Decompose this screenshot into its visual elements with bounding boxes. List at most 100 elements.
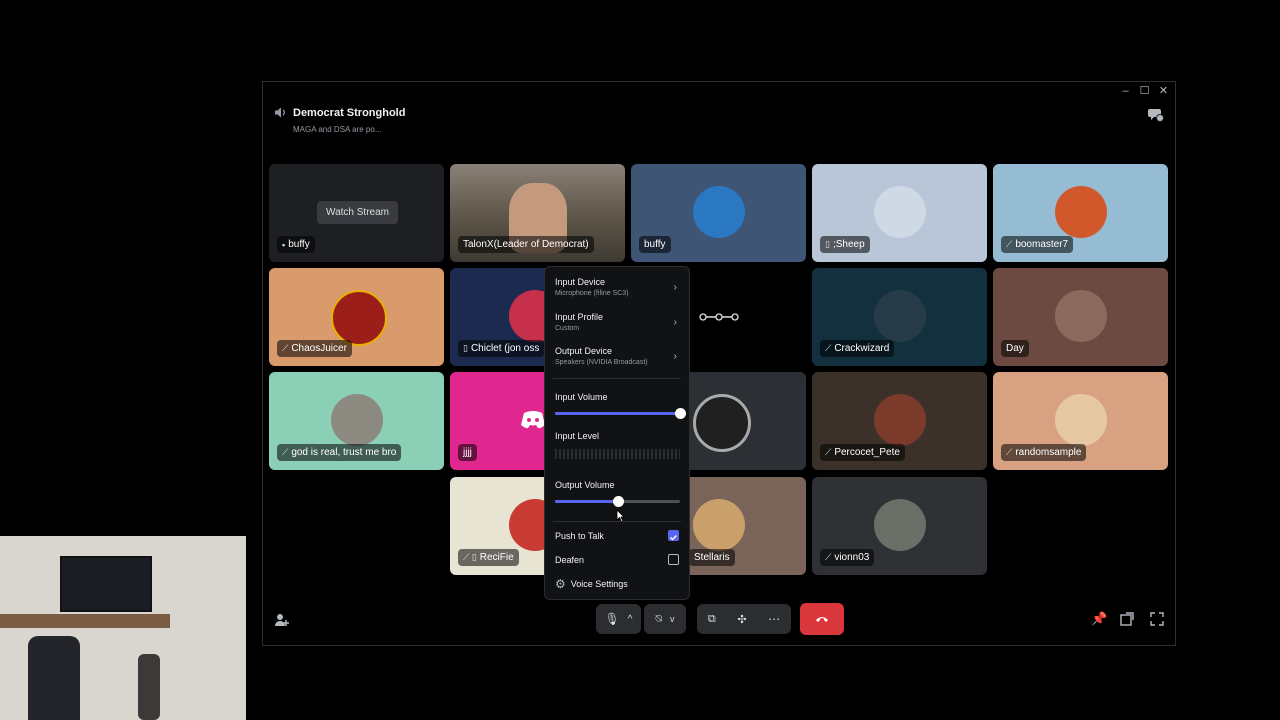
participant-name: TalonX(Leader of Democrat): [458, 236, 594, 253]
output-volume-label: Output Volume: [555, 480, 615, 490]
chevron-down-icon[interactable]: v: [670, 614, 675, 624]
output-device-value: Speakers (NVIDIA Broadcast): [555, 359, 648, 366]
participant-name: Stellaris: [689, 549, 735, 566]
muted-icon: ⟋: [282, 447, 289, 457]
participant-name: Day: [1001, 340, 1029, 357]
avatar: [873, 394, 926, 446]
avatar: [1054, 290, 1107, 342]
more-options-icon[interactable]: ⋯: [768, 612, 780, 626]
input-device-item[interactable]: Input Device Microphone (fifine SC3) ›: [555, 277, 679, 297]
discord-logo-icon: [521, 411, 545, 429]
participant-name: jjjj: [458, 444, 477, 461]
avatar: [692, 186, 745, 238]
avatar: [330, 290, 387, 346]
divider: [553, 521, 681, 522]
muted-icon: ⟋: [282, 343, 289, 353]
participant-name: ▯ ;Sheep: [820, 236, 870, 253]
output-volume-knob[interactable]: [612, 496, 624, 507]
maximize-button[interactable]: ☐: [1137, 85, 1152, 97]
muted-icon: ⟋: [1006, 239, 1013, 249]
screen-share-icon: ▪: [282, 239, 286, 250]
muted-icon: ⟋: [825, 343, 832, 353]
participant-tile[interactable]: Day: [993, 268, 1168, 366]
output-device-item[interactable]: Output Device Speakers (NVIDIA Broadcast…: [555, 346, 679, 366]
input-profile-value: Custom: [555, 325, 580, 332]
avatar: [692, 499, 745, 551]
input-volume-slider[interactable]: [555, 408, 686, 419]
participant-name: ⟋ Percocet_Pete: [820, 444, 905, 461]
camera-off-icon[interactable]: ⍉: [655, 613, 662, 626]
input-volume-knob[interactable]: [675, 408, 686, 419]
channel-header: Democrat Stronghold MAGA and DSA are po.…: [274, 106, 405, 134]
avatar: [1054, 394, 1107, 446]
camera-button-group: ⍉ v: [644, 604, 686, 634]
muted-icon: ⟋: [825, 447, 832, 457]
input-profile-item[interactable]: Input Profile Custom ›: [555, 312, 679, 332]
participant-name: ⟋ ChaosJuicer: [277, 340, 352, 357]
chevron-up-icon[interactable]: ^: [628, 614, 633, 625]
participant-name: ⟋ ▯ ReciFie: [458, 549, 519, 566]
participant-name: ⟋ randomsample: [1001, 444, 1087, 461]
window-controls: – ☐ ✕: [1118, 85, 1171, 97]
close-button[interactable]: ✕: [1156, 85, 1171, 97]
phone-hangup-icon: [816, 617, 828, 622]
webcam-overlay: [0, 536, 246, 720]
participant-tile[interactable]: ▯ ;Sheep: [812, 164, 987, 262]
input-level-label: Input Level: [555, 431, 600, 441]
pop-out-icon[interactable]: [1120, 612, 1134, 626]
avatar: [1054, 186, 1107, 238]
avatar: [692, 394, 751, 452]
participant-tile[interactable]: ⟋ ChaosJuicer: [269, 268, 444, 366]
input-volume-label: Input Volume: [555, 392, 608, 402]
microphone-button-group: 🎙 ^: [596, 604, 641, 634]
participant-name: ▯ Chiclet (jon oss: [458, 340, 545, 357]
participant-tile[interactable]: buffy: [631, 164, 806, 262]
chair: [28, 636, 80, 720]
participant-tile[interactable]: ⟋ god is real, trust me bro: [269, 372, 444, 470]
voice-settings-item[interactable]: ⚙ Voice Settings: [555, 577, 679, 591]
participant-tile[interactable]: ⟋ vionn03: [812, 477, 987, 575]
microphone-stand: [138, 654, 160, 720]
participant-name: ⟋ vionn03: [820, 549, 875, 566]
activities-icon[interactable]: ✣: [737, 613, 746, 626]
participant-name: ⟋ Crackwizard: [820, 340, 895, 357]
muted-icon: ⟋: [1006, 447, 1013, 457]
mobile-icon: ▯: [463, 343, 468, 353]
share-screen-icon[interactable]: ⧉: [708, 613, 716, 626]
participant-tile[interactable]: ⟋ randomsample: [993, 372, 1168, 470]
input-level-meter: [555, 449, 680, 459]
output-volume-slider[interactable]: [555, 496, 680, 507]
microphone-icon[interactable]: 🎙: [605, 612, 620, 626]
push-to-talk-item[interactable]: Push to Talk: [555, 531, 679, 541]
participant-tile[interactable]: ⟋ Percocet_Pete: [812, 372, 987, 470]
muted-icon: ⟋ ▯: [463, 552, 477, 562]
invite-user-icon[interactable]: [274, 612, 290, 628]
desk: [0, 614, 170, 628]
mobile-icon: ▯: [825, 239, 830, 249]
participant-name: ⟋ boomaster7: [1001, 236, 1074, 253]
audio-settings-menu: Input Device Microphone (fifine SC3) › I…: [544, 266, 690, 600]
minimize-button[interactable]: –: [1118, 85, 1133, 97]
participant-tile[interactable]: Watch Stream ▪ buffy: [269, 164, 444, 262]
disconnect-button[interactable]: [800, 603, 844, 635]
avatar: [873, 290, 926, 342]
push-to-talk-checkbox[interactable]: [668, 530, 679, 541]
inbox-icon[interactable]: [1147, 106, 1165, 124]
participant-tile[interactable]: ⟋ boomaster7: [993, 164, 1168, 262]
divider: [553, 378, 681, 379]
participant-name: ⟋ god is real, trust me bro: [277, 444, 402, 461]
deafen-checkbox[interactable]: [668, 554, 679, 565]
watch-stream-button[interactable]: Watch Stream: [317, 201, 398, 224]
participant-name: ▪ buffy: [277, 236, 315, 253]
pin-icon[interactable]: 📌: [1091, 611, 1107, 627]
chevron-right-icon: ›: [673, 317, 677, 328]
channel-topic: MAGA and DSA are po...: [293, 125, 382, 134]
avatar: [873, 186, 926, 238]
participant-tile[interactable]: ⟋ Crackwizard: [812, 268, 987, 366]
avatar: [873, 499, 926, 551]
activity-button-group: ⧉ ✣ ⋯: [697, 604, 791, 634]
participant-tile[interactable]: TalonX(Leader of Democrat): [450, 164, 625, 262]
participant-name: buffy: [639, 236, 671, 253]
fullscreen-icon[interactable]: [1150, 612, 1164, 626]
deafen-item[interactable]: Deafen: [555, 555, 679, 565]
